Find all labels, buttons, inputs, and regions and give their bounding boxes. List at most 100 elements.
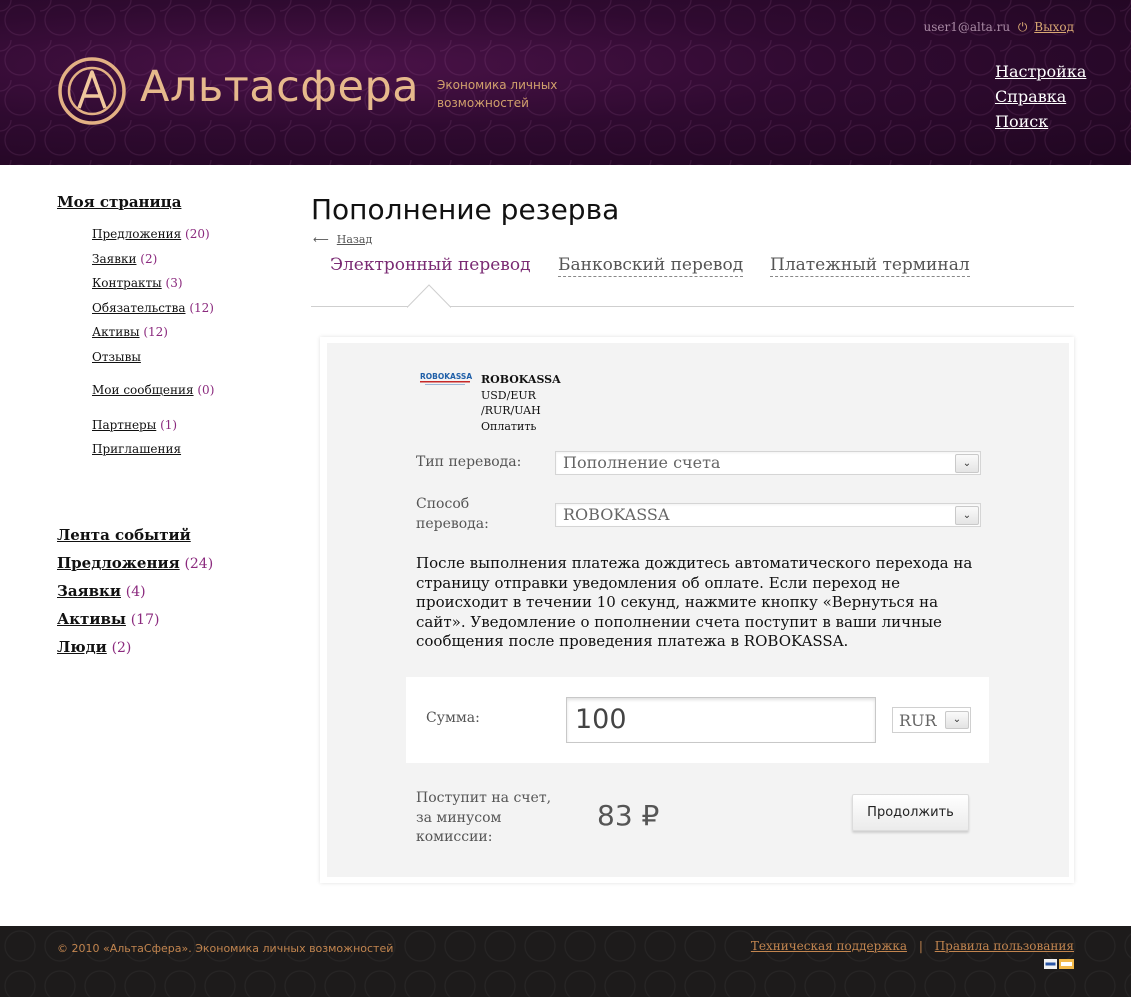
sidebar-section-feed: Лента событий (57, 526, 277, 544)
user-bar: user1@alta.ru ⏻ Выход (923, 20, 1074, 35)
sidebar-section-count: (17) (130, 612, 160, 628)
sidebar-section-assets-link[interactable]: Активы (57, 610, 126, 628)
sidebar-item-messages: Мои сообщения (0) (92, 382, 277, 398)
copyright: © 2010 «АльтаСфера». Экономика личных во… (57, 942, 394, 955)
sidebar-section-people: Люди (2) (57, 638, 277, 656)
sum-label: Сумма: (426, 710, 480, 726)
sidebar-section-assets: Активы (17) (57, 610, 277, 628)
receive-label-line: комиссии: (416, 829, 493, 845)
sidebar-item-reviews: Отзывы (92, 349, 277, 365)
receive-label: Поступит на счет, за минусом комиссии: (416, 789, 566, 848)
sidebar-item-requests: Заявки (2) (92, 251, 277, 267)
footer-separator: | (918, 939, 923, 953)
sidebar-section-people-link[interactable]: Люди (57, 638, 107, 656)
footer-links: Техническая поддержка | Правила пользова… (751, 939, 1074, 953)
sidebar-sections: Лента событий Предложения (24) Заявки (4… (57, 526, 277, 656)
sidebar-item-count: (12) (189, 300, 214, 315)
sidebar-submenu: Предложения (20) Заявки (2) Контракты (3… (92, 226, 277, 457)
currency-select[interactable]: RUR ⌄ (892, 707, 971, 733)
sidebar-item-assets: Активы (12) (92, 324, 277, 340)
payment-method-info: ROBOKASSA USD/EUR /RUR/UAH Оплатить (481, 372, 561, 434)
footer-ornament (0, 926, 1131, 997)
sidebar-my-page-link[interactable]: Моя страница (57, 193, 277, 211)
sidebar-item-count: (20) (185, 227, 210, 241)
transfer-method-label-line: перевода: (416, 516, 489, 532)
support-link[interactable]: Техническая поддержка (751, 939, 907, 953)
sidebar-item-offers: Предложения (20) (92, 226, 277, 242)
tab-payment-terminal[interactable]: Платежный терминал (770, 255, 970, 277)
tagline: Экономика личных возможностей (437, 78, 558, 110)
nav-settings-link[interactable]: Настройка (995, 59, 1086, 84)
chevron-down-icon[interactable]: ⌄ (945, 711, 969, 729)
sidebar-item-obligations: Обязательства (12) (92, 300, 277, 316)
sidebar-item-count: (1) (160, 417, 178, 432)
sidebar-item-partners-link[interactable]: Партнеры (92, 418, 156, 432)
payment-currencies: USD/EUR (481, 388, 536, 402)
validator-badge-icon[interactable] (1044, 958, 1074, 970)
receive-label-line: за минусом (416, 809, 502, 826)
payment-instructions: После выполнения платежа дождитесь автом… (416, 554, 973, 651)
robokassa-logo-text: ROBOKASSA (420, 372, 472, 381)
logo-icon[interactable] (57, 56, 127, 126)
sidebar-item-invitations-link[interactable]: Приглашения (92, 442, 181, 456)
transfer-method-label: Способ перевода: (416, 494, 489, 534)
transfer-type-label: Тип перевода: (416, 454, 522, 470)
sidebar-item-contracts-link[interactable]: Контракты (92, 276, 162, 290)
power-icon: ⏻ (1017, 20, 1028, 34)
sidebar-item-requests-link[interactable]: Заявки (92, 252, 136, 266)
page-title: Пополнение резерва (311, 193, 620, 226)
payment-currencies-2: /RUR/UAH (481, 404, 541, 417)
transfer-type-value: Пополнение счета (563, 453, 721, 472)
user-email: user1@alta.ru (923, 20, 1011, 34)
arrow-left-icon[interactable]: ⟵ (313, 233, 329, 246)
sidebar-item-messages-link[interactable]: Мои сообщения (92, 383, 194, 397)
sidebar-item-obligations-link[interactable]: Обязательства (92, 301, 186, 315)
sidebar-item-assets-link[interactable]: Активы (92, 325, 140, 339)
sidebar-section-feed-link[interactable]: Лента событий (57, 526, 191, 544)
logout-link[interactable]: Выход (1034, 20, 1074, 34)
payment-action: Оплатить (481, 419, 537, 433)
tab-bar: Электронный перевод Банковский перевод П… (311, 253, 1074, 308)
sidebar-item-invitations: Приглашения (92, 441, 277, 457)
sidebar-item-count: (0) (197, 382, 215, 397)
continue-button[interactable]: Продолжить (852, 794, 969, 831)
top-nav: Настройка Справка Поиск (995, 59, 1086, 134)
transfer-type-select[interactable]: Пополнение счета ⌄ (555, 451, 981, 475)
sidebar: Моя страница Предложения (20) Заявки (2)… (57, 193, 277, 656)
receive-amount: 83 ₽ (597, 799, 660, 832)
tab-bank-transfer[interactable]: Банковский перевод (558, 255, 744, 277)
sidebar-item-count: (3) (165, 276, 183, 290)
sidebar-item-offers-link[interactable]: Предложения (92, 227, 181, 241)
transfer-method-select[interactable]: ROBOKASSA ⌄ (555, 503, 981, 527)
receive-label-line: Поступит на счет, (416, 790, 552, 806)
site-header: Альтасфера Экономика личных возможностей… (0, 0, 1131, 165)
sidebar-section-offers-link[interactable]: Предложения (57, 554, 180, 572)
sidebar-section-count: (24) (184, 556, 214, 572)
chevron-down-icon[interactable]: ⌄ (955, 454, 979, 473)
back-nav: ⟵ Назад (313, 233, 372, 246)
tab-electronic-transfer[interactable]: Электронный перевод (330, 255, 531, 275)
sidebar-item-reviews-link[interactable]: Отзывы (92, 350, 141, 364)
payment-method-name: ROBOKASSA (481, 373, 561, 386)
sidebar-section-requests-link[interactable]: Заявки (57, 582, 121, 600)
chevron-down-icon[interactable]: ⌄ (955, 506, 979, 525)
sidebar-section-requests: Заявки (4) (57, 582, 277, 600)
logo-text[interactable]: Альтасфера (140, 62, 419, 112)
sidebar-item-contracts: Контракты (3) (92, 275, 277, 291)
sidebar-item-partners: Партнеры (1) (92, 417, 277, 433)
nav-search-link[interactable]: Поиск (995, 109, 1086, 134)
currency-value: RUR (899, 711, 937, 730)
transfer-method-label-line: Способ (416, 496, 470, 512)
sidebar-item-count: (12) (143, 325, 168, 339)
sidebar-item-count: (2) (140, 251, 158, 266)
transfer-method-value: ROBOKASSA (563, 505, 670, 524)
rules-link[interactable]: Правила пользования (935, 939, 1074, 953)
tab-active-indicator (407, 284, 451, 308)
robokassa-logo-icon: ROBOKASSA (420, 372, 472, 385)
nav-help-link[interactable]: Справка (995, 84, 1086, 109)
sidebar-section-count: (2) (111, 640, 132, 656)
sidebar-section-count: (4) (125, 584, 146, 600)
sum-input[interactable]: 100 (566, 697, 876, 743)
sidebar-section-offers: Предложения (24) (57, 554, 277, 572)
back-link[interactable]: Назад (337, 233, 372, 246)
